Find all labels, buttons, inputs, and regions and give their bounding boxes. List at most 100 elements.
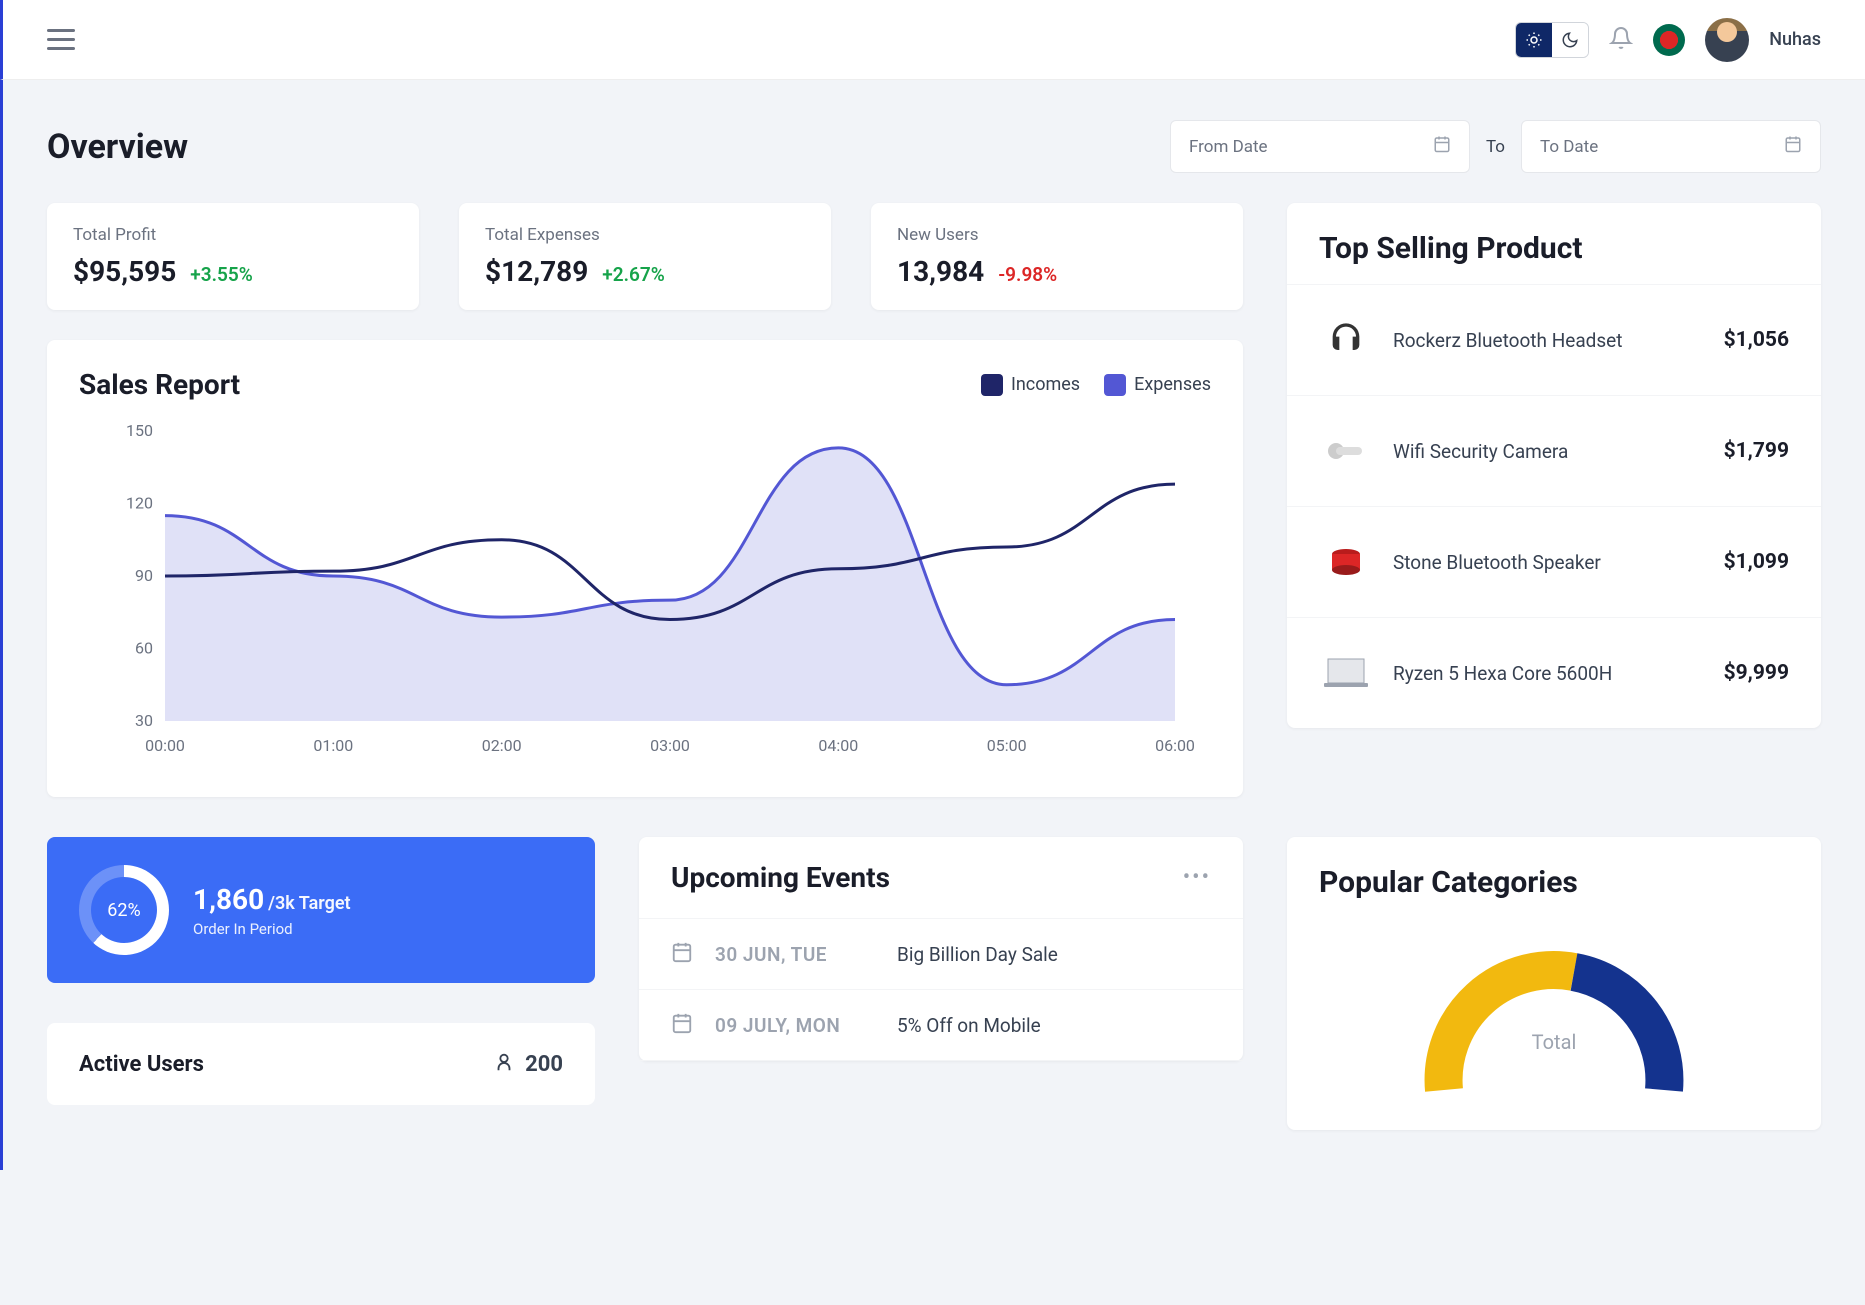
product-row[interactable]: Stone Bluetooth Speaker $1,099	[1287, 506, 1821, 617]
svg-text:03:00: 03:00	[650, 736, 690, 755]
page-title: Overview	[47, 127, 188, 167]
calendar-icon	[671, 941, 693, 967]
active-users-card: Active Users 200	[47, 1023, 595, 1105]
donut-center-label: Total	[1532, 1030, 1577, 1054]
target-label: Order In Period	[193, 920, 351, 938]
legend-swatch-icon	[981, 374, 1003, 396]
product-name: Wifi Security Camera	[1393, 440, 1704, 463]
progress-ring: 62%	[79, 865, 169, 955]
event-name: 5% Off on Mobile	[897, 1014, 1041, 1037]
svg-text:150: 150	[126, 421, 153, 440]
to-date-placeholder: To Date	[1540, 137, 1598, 157]
event-name: Big Billion Day Sale	[897, 943, 1058, 966]
flag-icon[interactable]	[1653, 24, 1685, 56]
stat-cards: Total Profit $95,595 +3.55% Total Expens…	[47, 203, 1243, 310]
stat-value: 13,984	[897, 255, 984, 288]
product-price: $9,999	[1724, 661, 1789, 685]
svg-text:90: 90	[135, 566, 153, 585]
product-thumb-icon	[1319, 535, 1373, 589]
popular-categories-card: Popular Categories Total	[1287, 837, 1821, 1130]
stat-delta: -9.98%	[998, 263, 1057, 286]
bell-icon[interactable]	[1609, 26, 1633, 54]
legend-label: Incomes	[1011, 374, 1080, 395]
active-users-title: Active Users	[79, 1052, 204, 1077]
product-name: Stone Bluetooth Speaker	[1393, 551, 1704, 574]
upcoming-events-card: Upcoming Events ••• 30 JUN, TUE Big Bill…	[639, 837, 1243, 1061]
topbar-right: Nuhas	[1515, 18, 1821, 62]
product-thumb-icon	[1319, 646, 1373, 700]
svg-text:01:00: 01:00	[313, 736, 353, 755]
svg-text:00:00: 00:00	[145, 736, 185, 755]
legend-incomes: Incomes	[981, 374, 1080, 396]
page-header: Overview From Date To To Date	[47, 120, 1821, 173]
topbar: Nuhas	[0, 0, 1865, 80]
target-value: 1,860	[193, 883, 264, 916]
event-date: 30 JUN, TUE	[715, 943, 875, 966]
sun-icon[interactable]	[1516, 23, 1552, 57]
calendar-icon	[1433, 135, 1451, 158]
legend-label: Expenses	[1134, 374, 1211, 395]
events-title: Upcoming Events	[671, 861, 890, 894]
svg-text:60: 60	[135, 639, 153, 658]
product-thumb-icon	[1319, 313, 1373, 367]
calendar-icon	[1784, 135, 1802, 158]
svg-text:120: 120	[126, 494, 153, 513]
stat-delta: +3.55%	[190, 263, 252, 286]
progress-percent: 62%	[107, 900, 140, 921]
product-price: $1,799	[1724, 439, 1789, 463]
product-row[interactable]: Wifi Security Camera $1,799	[1287, 395, 1821, 506]
stat-card-expenses: Total Expenses $12,789 +2.67%	[459, 203, 831, 310]
from-date-input[interactable]: From Date	[1170, 120, 1470, 173]
avatar[interactable]	[1705, 18, 1749, 62]
stat-delta: +2.67%	[602, 263, 664, 286]
sales-report-card: Sales Report Incomes Expenses 3060901201	[47, 340, 1243, 797]
event-row[interactable]: 30 JUN, TUE Big Billion Day Sale	[639, 919, 1243, 990]
event-date: 09 JULY, MON	[715, 1014, 875, 1037]
event-row[interactable]: 09 JULY, MON 5% Off on Mobile	[639, 990, 1243, 1061]
donut-chart: Total	[1287, 910, 1821, 1130]
stat-card-profit: Total Profit $95,595 +3.55%	[47, 203, 419, 310]
more-icon[interactable]: •••	[1183, 865, 1211, 890]
svg-text:05:00: 05:00	[987, 736, 1027, 755]
main: Overview From Date To To Date Total P	[0, 80, 1865, 1170]
stat-label: New Users	[897, 225, 1217, 245]
stat-value: $12,789	[485, 255, 588, 288]
theme-toggle[interactable]	[1515, 22, 1589, 58]
product-name: Ryzen 5 Hexa Core 5600H	[1393, 662, 1704, 685]
svg-text:30: 30	[135, 711, 153, 730]
stat-label: Total Profit	[73, 225, 393, 245]
date-to-label: To	[1486, 137, 1505, 157]
from-date-placeholder: From Date	[1189, 137, 1268, 157]
chart-area: 30 60 90 120 150 00:00 01:00 02:00 03:00 04:00 05:…	[47, 411, 1243, 797]
moon-icon[interactable]	[1552, 23, 1588, 57]
stat-card-users: New Users 13,984 -9.98%	[871, 203, 1243, 310]
legend-swatch-icon	[1104, 374, 1126, 396]
target-suffix: /3k Target	[268, 893, 350, 914]
product-thumb-icon	[1319, 424, 1373, 478]
legend-expenses: Expenses	[1104, 374, 1211, 396]
product-name: Rockerz Bluetooth Headset	[1393, 329, 1704, 352]
chart-legend: Incomes Expenses	[981, 374, 1211, 396]
top-selling-title: Top Selling Product	[1287, 203, 1821, 284]
username[interactable]: Nuhas	[1769, 29, 1821, 50]
user-icon	[493, 1051, 515, 1077]
svg-text:02:00: 02:00	[482, 736, 522, 755]
sales-chart: 30 60 90 120 150 00:00 01:00 02:00 03:00 04:00 05:…	[79, 421, 1211, 761]
menu-toggle[interactable]	[47, 29, 75, 50]
product-price: $1,056	[1724, 328, 1789, 352]
product-price: $1,099	[1724, 550, 1789, 574]
sales-report-title: Sales Report	[79, 368, 240, 401]
date-range: From Date To To Date	[1170, 120, 1821, 173]
stat-label: Total Expenses	[485, 225, 805, 245]
top-selling-card: Top Selling Product Rockerz Bluetooth He…	[1287, 203, 1821, 728]
product-row[interactable]: Rockerz Bluetooth Headset $1,056	[1287, 284, 1821, 395]
svg-text:06:00: 06:00	[1155, 736, 1195, 755]
active-users-count: 200	[525, 1052, 563, 1077]
product-row[interactable]: Ryzen 5 Hexa Core 5600H $9,999	[1287, 617, 1821, 728]
calendar-icon	[671, 1012, 693, 1038]
svg-text:04:00: 04:00	[818, 736, 858, 755]
stat-value: $95,595	[73, 255, 176, 288]
to-date-input[interactable]: To Date	[1521, 120, 1821, 173]
popular-categories-title: Popular Categories	[1287, 837, 1821, 910]
target-card: 62% 1,860 /3k Target Order In Period	[47, 837, 595, 983]
